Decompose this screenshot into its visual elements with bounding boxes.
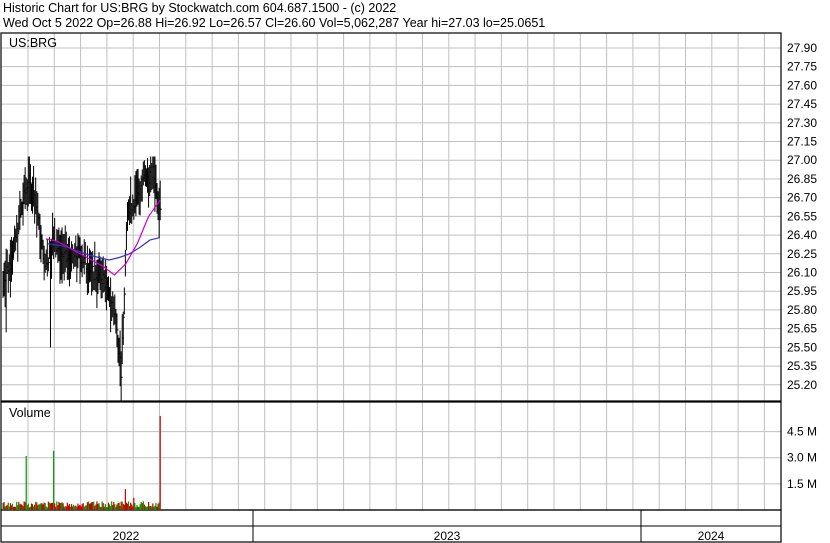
price-tick-label: 25.65 xyxy=(787,322,817,336)
x-label-2023: 2023 xyxy=(434,529,461,543)
price-tick-label: 27.60 xyxy=(787,78,817,92)
volume-axis: 4.5 M 3.0 M 1.5 M xyxy=(787,425,817,491)
price-tick-label: 26.10 xyxy=(787,266,817,280)
price-axis: 27.90 27.75 27.60 27.45 27.30 27.15 27.00 26.85… xyxy=(787,41,817,392)
price-tick-label: 27.75 xyxy=(787,60,817,74)
price-tick-label: 26.25 xyxy=(787,247,817,261)
price-tick-label: 25.20 xyxy=(787,378,817,392)
x-label-2022: 2022 xyxy=(113,529,140,543)
price-tick-label: 25.95 xyxy=(787,284,817,298)
price-tick-label: 26.40 xyxy=(787,228,817,242)
price-tick-label: 27.45 xyxy=(787,97,817,111)
price-tick-label: 26.70 xyxy=(787,191,817,205)
price-tick-label: 26.55 xyxy=(787,209,817,223)
volume-bars xyxy=(2,415,161,510)
price-tick-label: 25.35 xyxy=(787,359,817,373)
volume-panel-frame xyxy=(0,401,782,511)
volume-panel-label: Volume xyxy=(9,406,51,420)
price-tick-label: 27.00 xyxy=(787,153,817,167)
volume-tick-label: 3.0 M xyxy=(787,451,817,465)
price-tick-label: 26.85 xyxy=(787,172,817,186)
volume-tick-label: 4.5 M xyxy=(787,425,817,439)
stock-chart: US:BRG Volume 27.9027.7527.6027.4527.302… xyxy=(0,32,817,543)
price-panel-symbol: US:BRG xyxy=(9,36,57,50)
price-tick-label: 27.90 xyxy=(787,41,817,55)
price-tick-label: 25.50 xyxy=(787,340,817,354)
volume-tick-label: 1.5 M xyxy=(787,477,817,491)
price-tick-label: 27.15 xyxy=(787,135,817,149)
x-label-2024: 2024 xyxy=(698,529,725,543)
price-bars xyxy=(2,156,162,401)
price-tick-label: 25.80 xyxy=(787,303,817,317)
price-tick-label: 27.30 xyxy=(787,116,817,130)
